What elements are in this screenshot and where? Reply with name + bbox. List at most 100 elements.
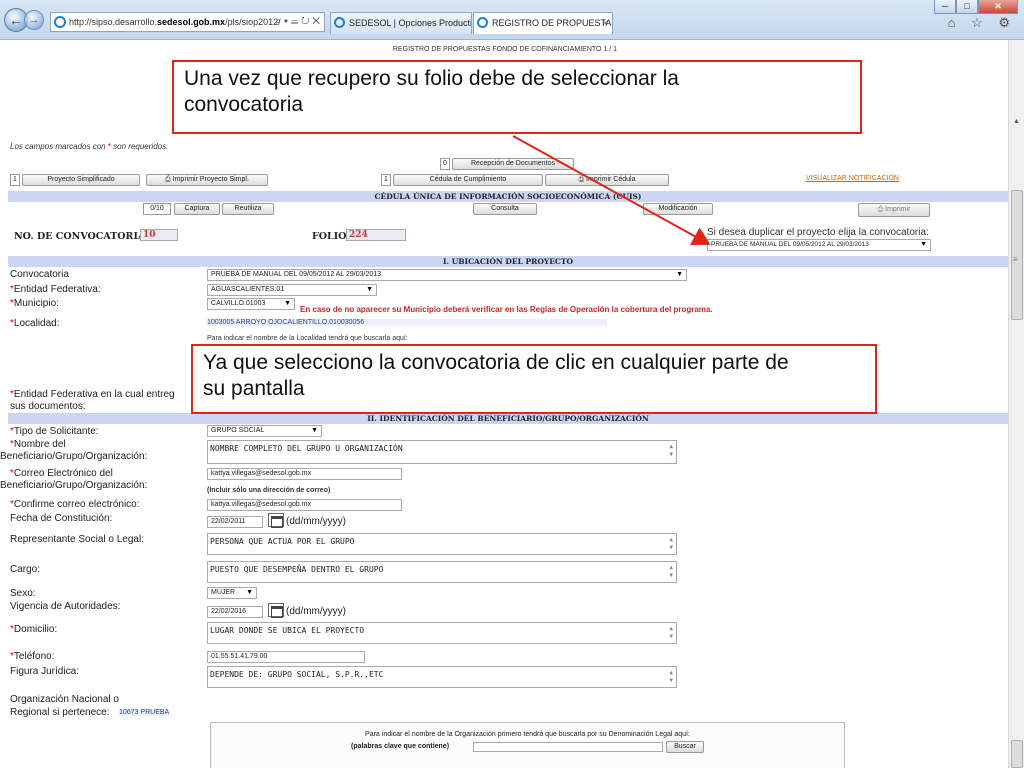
- minimize-button[interactable]: ─: [934, 0, 956, 14]
- callout-click-anywhere: Ya que selecciono la convocatoria de cli…: [191, 344, 877, 414]
- nombre-textarea[interactable]: NOMBRE COMPLETO DEL GRUPO U ORGANIZACIÓN…: [207, 440, 677, 464]
- confirme-label: *Confirme correo electrónico:: [10, 499, 140, 510]
- nombre-label-1: Nombre del: [13, 439, 66, 450]
- tab-sedesol[interactable]: SEDESOL | Opciones Productivas: [330, 12, 472, 34]
- correo-label: *Correo Electrónico del: [10, 468, 113, 479]
- window-buttons: ─ □ ✕: [934, 0, 1018, 14]
- scroll-up-icon[interactable]: ▲: [1013, 118, 1020, 125]
- consulta-button[interactable]: Consulta: [473, 203, 537, 215]
- fecha-label: Fecha de Constitución:: [10, 513, 113, 524]
- nombre-label-2: Beneficiario/Grupo/Organización:: [0, 451, 148, 462]
- duplicar-text: Si desea duplicar el proyecto elija la c…: [707, 227, 929, 238]
- recepcion-button[interactable]: Recepción de Documentos: [452, 158, 574, 170]
- tab-title: REGISTRO DE PROPUESTAS ...: [492, 18, 613, 28]
- tipo-label: *Tipo de Solicitante:: [10, 426, 99, 437]
- correo-input[interactable]: kattya.villegas@sedesol.gob.mx: [207, 468, 402, 480]
- figura-label: Figura Jurídica:: [10, 666, 79, 677]
- confirme-label-text: Confirme correo electrónico:: [13, 499, 140, 510]
- imprimir-proyecto-button[interactable]: ⎙ Imprimir Proyecto Simpl.: [146, 174, 268, 186]
- localidad-value[interactable]: 1003005 ARROYO OJOCALIENTILLO.010030056: [207, 319, 607, 326]
- figura-textarea[interactable]: DEPENDE DE: GRUPO SOCIAL, S.P.R.,ETC ▲ ▼: [207, 666, 677, 688]
- modificacion-button[interactable]: Modificación: [643, 203, 713, 215]
- imprimir-button[interactable]: ⎙ Imprimir: [858, 203, 930, 217]
- entidad-label-text: Entidad Federativa:: [13, 284, 101, 295]
- reutiliza-button[interactable]: Reutiliza: [222, 203, 274, 215]
- entidad-entrega-label: *Entidad Federativa en la cual entreg: [10, 389, 175, 400]
- proyecto-counter: 1: [10, 174, 20, 186]
- domicilio-label-text: Domicilio:: [13, 624, 58, 635]
- duplicar-convocatoria-select[interactable]: PRUEBA DE MANUAL DEL 09/05/2012 AL 29/03…: [707, 239, 931, 251]
- url-prefix: http://sipso.desarrollo.: [69, 17, 158, 27]
- folio-value: 224: [346, 229, 406, 241]
- municipio-select[interactable]: CALVILLO.01003: [207, 298, 295, 310]
- search-box-text: Para indicar el nombre de la Organizació…: [365, 731, 690, 738]
- tab-registro[interactable]: REGISTRO DE PROPUESTAS ... ×: [473, 12, 613, 34]
- ie-icon: [334, 17, 345, 28]
- confirme-input[interactable]: kattya.villegas@sedesol.gob.mx: [207, 499, 402, 511]
- tab-close-icon[interactable]: ×: [603, 13, 608, 33]
- figura-text: DEPENDE DE: GRUPO SOCIAL, S.P.R.,ETC: [210, 670, 384, 679]
- representante-label: Representante Social o Legal:: [10, 534, 144, 545]
- municipio-label: *Municipio:: [10, 298, 59, 309]
- textarea-scroll-icon: ▲ ▼: [669, 625, 673, 640]
- section-2-header: II. IDENTIFICACIÓN DEL BENEFICIARIO/GRUP…: [8, 413, 1008, 424]
- tab-title: SEDESOL | Opciones Productivas: [349, 18, 472, 28]
- cuis-header: CÉDULA ÚNICA DE INFORMACIÓN SOCIOECONÓMI…: [8, 191, 1008, 202]
- captura-button[interactable]: Captura: [174, 203, 220, 215]
- organizacion-label-2: Regional si pertenece:: [10, 707, 110, 718]
- callout-1-line-2: convocatoria: [184, 93, 304, 116]
- fecha-input[interactable]: 22/02/2011: [207, 516, 263, 528]
- sexo-select[interactable]: MUJER: [207, 587, 257, 599]
- section-1-header: I. UBICACIÓN DEL PROYECTO: [8, 256, 1008, 267]
- cedula-cumplimiento-button[interactable]: Cédula de Cumplimiento: [393, 174, 543, 186]
- vigencia-input[interactable]: 22/02/2016: [207, 606, 263, 618]
- domicilio-label: *Domicilio:: [10, 624, 57, 635]
- organizacion-label-1: Organización Nacional o: [10, 694, 119, 705]
- telefono-label: *Teléfono:: [10, 651, 55, 662]
- entidad-select[interactable]: AGUASCALIENTES.01: [207, 284, 377, 296]
- imprimir-cedula-button[interactable]: ⎙ Imprimir Cédula: [545, 174, 669, 186]
- search-box-keywords: (palabras clave que contiene): [351, 743, 450, 750]
- entidad-label: *Entidad Federativa:: [10, 284, 101, 295]
- organizacion-search-box: Para indicar el nombre de la Organizació…: [210, 722, 845, 768]
- localidad-hint: Para indicar el nombre de la Localidad t…: [207, 335, 408, 342]
- browser-chrome: ← → http://sipso.desarrollo.sedesol.gob.…: [0, 0, 1024, 40]
- folio-label: FOLIO:: [312, 231, 350, 242]
- browser-icons[interactable]: ⌂ ☆ ⚙: [948, 15, 1016, 31]
- required-note-suffix: son requeridos.: [110, 142, 169, 151]
- tipo-select[interactable]: GRUPO SOCIAL: [207, 425, 322, 437]
- scroll-thumb-lower[interactable]: [1011, 740, 1023, 768]
- ie-icon: [477, 17, 488, 28]
- cargo-textarea[interactable]: PUESTO QUE DESEMPEÑA DENTRO EL GRUPO ▲ ▼: [207, 561, 677, 583]
- telefono-input[interactable]: 01.55.51.41.79.00: [207, 651, 365, 663]
- address-tools[interactable]: ⌕ ▾ ☰ ↻ ✕: [276, 13, 320, 31]
- page-scrollbar[interactable]: ▲ ≡: [1008, 40, 1024, 768]
- recepcion-counter: 0: [440, 158, 450, 170]
- callout-2-line-1: Ya que selecciono la convocatoria de cli…: [203, 351, 789, 374]
- search-input[interactable]: [473, 742, 663, 752]
- url-domain: sedesol.gob.mx: [157, 17, 226, 27]
- entidad-entrega-label-2: sus documentos:: [10, 401, 86, 412]
- textarea-scroll-icon: ▲ ▼: [669, 564, 673, 579]
- convocatoria-select[interactable]: PRUEBA DE MANUAL DEL 09/05/2012 AL 29/03…: [207, 269, 687, 281]
- no-convocatoria-label: NO. DE CONVOCATORIA:: [14, 231, 149, 242]
- organizacion-value[interactable]: 10673 PRUEBA: [119, 709, 170, 716]
- address-bar[interactable]: http://sipso.desarrollo.sedesol.gob.mx/p…: [50, 12, 325, 32]
- buscar-button[interactable]: Buscar: [666, 741, 704, 753]
- correo-hint: (Incluir sólo una dirección de correo): [207, 487, 331, 494]
- proyecto-simplificado-button[interactable]: Proyecto Simplificado: [22, 174, 140, 186]
- close-window-button[interactable]: ✕: [978, 0, 1018, 14]
- cedula-counter: 1: [381, 174, 391, 186]
- calendar-icon[interactable]: [268, 513, 284, 528]
- representante-textarea[interactable]: PERSONA QUE ACTUA POR EL GRUPO ▲ ▼: [207, 533, 677, 555]
- required-note-prefix: Los campos marcados con: [10, 142, 108, 151]
- visualizar-notificacion-link[interactable]: VISUALIZAR NOTIFICACIÓN: [806, 175, 899, 182]
- url-suffix: /pls/siop2012/: [225, 17, 281, 27]
- domicilio-textarea[interactable]: LUGAR DONDE SE UBICA EL PROYECTO ▲ ▼: [207, 622, 677, 644]
- domicilio-text: LUGAR DONDE SE UBICA EL PROYECTO: [210, 626, 365, 635]
- forward-arrow-icon[interactable]: →: [24, 10, 44, 30]
- vigencia-label: Vigencia de Autoridades:: [10, 601, 121, 612]
- maximize-button[interactable]: □: [956, 0, 978, 14]
- calendar-icon[interactable]: [268, 603, 284, 618]
- textarea-scroll-icon: ▲ ▼: [669, 443, 673, 458]
